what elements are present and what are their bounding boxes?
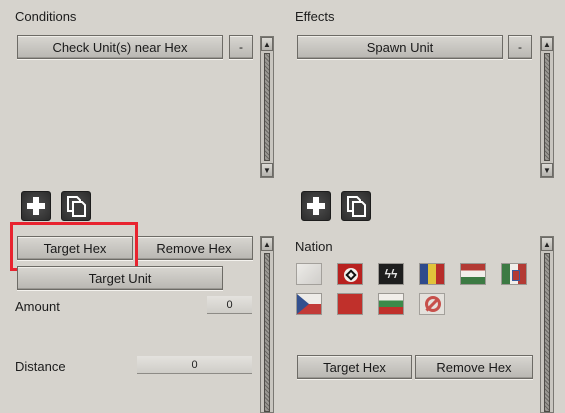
romania-flag-icon[interactable] bbox=[419, 263, 445, 285]
amount-label: Amount bbox=[15, 299, 60, 314]
italy-flag-icon[interactable] bbox=[501, 263, 527, 285]
bulgaria-flag-icon[interactable] bbox=[378, 293, 404, 315]
effect-remove-hex-button[interactable]: Remove Hex bbox=[415, 355, 533, 379]
effects-scrollbar[interactable]: ▲ ▼ bbox=[540, 36, 554, 178]
ss-flag-icon[interactable]: ϟϟ bbox=[378, 263, 404, 285]
condition-remove-hex-button[interactable]: Remove Hex bbox=[135, 236, 253, 260]
scroll-track[interactable] bbox=[264, 253, 270, 412]
add-effect-button[interactable] bbox=[301, 191, 331, 221]
plus-icon bbox=[307, 197, 325, 215]
scroll-down-icon[interactable]: ▼ bbox=[261, 163, 273, 177]
scroll-up-icon[interactable]: ▲ bbox=[261, 237, 273, 251]
hungary-flag-icon[interactable] bbox=[460, 263, 486, 285]
copy-icon bbox=[67, 196, 86, 217]
add-condition-button[interactable] bbox=[21, 191, 51, 221]
conditions-title: Conditions bbox=[15, 9, 77, 24]
scroll-up-icon[interactable]: ▲ bbox=[261, 37, 273, 51]
no-nation-icon[interactable] bbox=[419, 293, 445, 315]
remove-effect-button[interactable]: - bbox=[508, 35, 532, 59]
condition-item-check-unit[interactable]: Check Unit(s) near Hex bbox=[17, 35, 223, 59]
white-flag-icon[interactable] bbox=[296, 263, 322, 285]
condition-params-scrollbar[interactable]: ▲ bbox=[260, 236, 274, 413]
remove-condition-button[interactable]: - bbox=[229, 35, 253, 59]
highlight-box bbox=[10, 222, 138, 271]
czechoslovakia-flag-icon[interactable] bbox=[296, 293, 322, 315]
amount-input[interactable]: 0 bbox=[207, 296, 252, 314]
effect-item-spawn-unit[interactable]: Spawn Unit bbox=[297, 35, 503, 59]
scroll-up-icon[interactable]: ▲ bbox=[541, 37, 553, 51]
plus-icon bbox=[27, 197, 45, 215]
scroll-down-icon[interactable]: ▼ bbox=[541, 163, 553, 177]
conditions-scrollbar[interactable]: ▲ ▼ bbox=[260, 36, 274, 178]
effects-title: Effects bbox=[295, 9, 335, 24]
target-unit-button[interactable]: Target Unit bbox=[17, 266, 223, 290]
nation-label: Nation bbox=[295, 239, 333, 254]
scroll-track[interactable] bbox=[544, 53, 550, 161]
swastika-flag-icon[interactable] bbox=[337, 263, 363, 285]
distance-input[interactable]: 0 bbox=[137, 356, 252, 374]
copy-condition-button[interactable] bbox=[61, 191, 91, 221]
effect-params-scrollbar[interactable]: ▲ bbox=[540, 236, 554, 413]
copy-effect-button[interactable] bbox=[341, 191, 371, 221]
scroll-track[interactable] bbox=[264, 53, 270, 161]
copy-icon bbox=[347, 196, 366, 217]
red-flag-icon[interactable] bbox=[337, 293, 363, 315]
distance-label: Distance bbox=[15, 359, 66, 374]
effect-target-hex-button[interactable]: Target Hex bbox=[297, 355, 412, 379]
scroll-up-icon[interactable]: ▲ bbox=[541, 237, 553, 251]
scroll-track[interactable] bbox=[544, 253, 550, 412]
